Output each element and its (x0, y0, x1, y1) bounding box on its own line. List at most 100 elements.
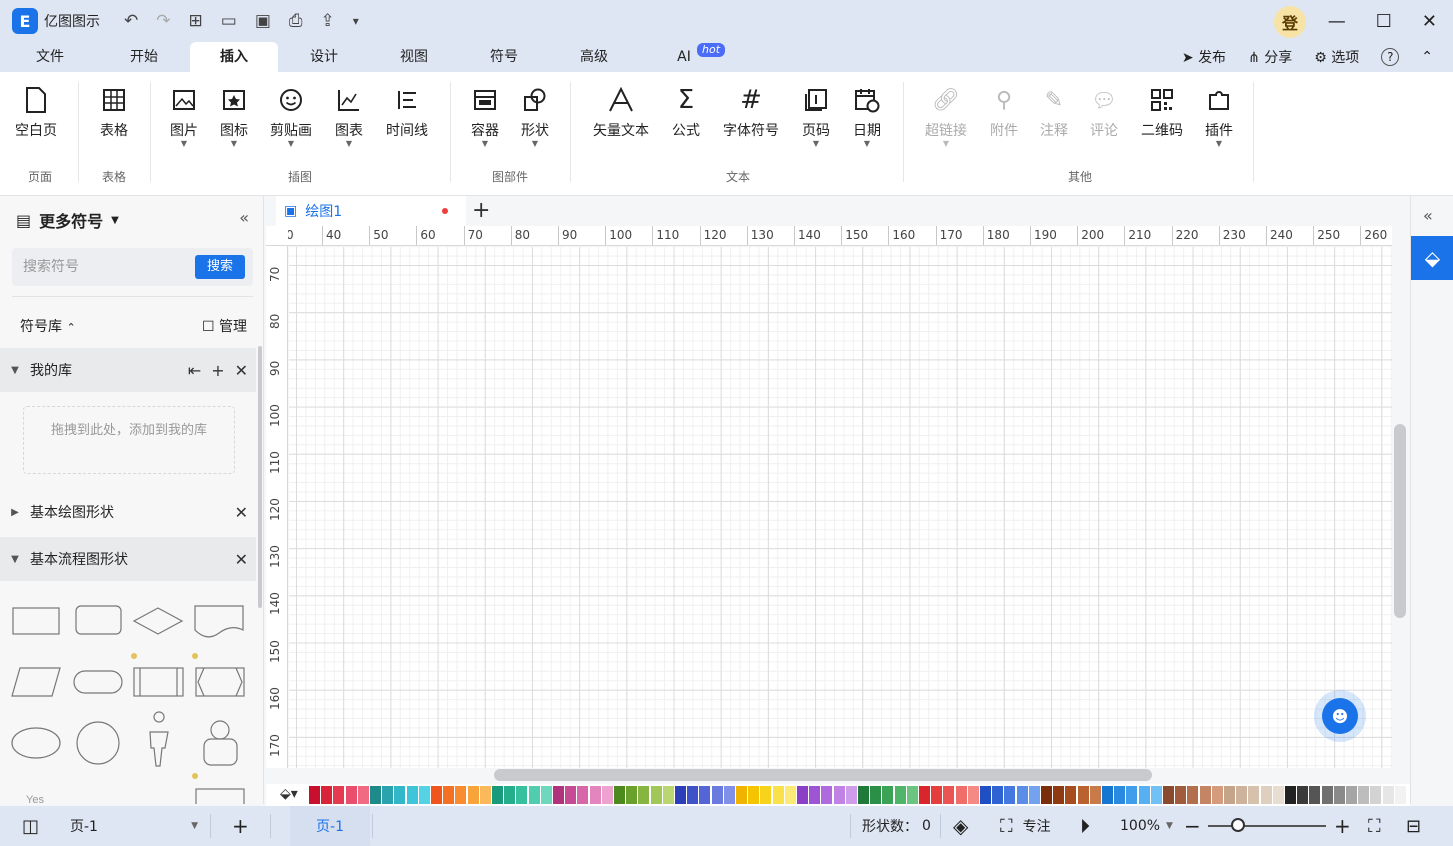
actor-shape[interactable] (149, 711, 169, 767)
new-file-icon[interactable]: ⊞ (189, 11, 203, 31)
color-swatch[interactable] (1358, 786, 1370, 804)
color-swatch[interactable] (772, 786, 784, 804)
color-swatch[interactable] (1285, 786, 1296, 804)
color-swatch[interactable] (1053, 786, 1065, 804)
color-swatch[interactable] (1102, 786, 1113, 804)
color-swatch[interactable] (540, 786, 552, 804)
color-swatch[interactable] (1089, 786, 1101, 804)
color-swatch[interactable] (833, 786, 845, 804)
color-swatch[interactable] (479, 786, 491, 804)
document-tab[interactable]: ▣ 绘图1 (276, 196, 466, 226)
color-swatch[interactable] (577, 786, 589, 804)
add-icon[interactable]: + (211, 361, 224, 380)
tab-view[interactable]: 视图 (370, 42, 458, 72)
add-page-button[interactable]: + (232, 806, 249, 846)
fill-bucket-icon[interactable]: ⬙▾ (280, 786, 298, 802)
login-avatar[interactable]: 登 (1274, 6, 1306, 38)
color-swatch[interactable] (1370, 786, 1382, 804)
color-swatch[interactable] (906, 786, 918, 804)
rounded-process-shape[interactable] (75, 605, 122, 635)
redo-icon[interactable]: ↷ (156, 11, 170, 31)
library-basic-drawing[interactable]: ▶ 基本绘图形状 ✕ (0, 490, 256, 534)
color-swatch[interactable] (418, 786, 430, 804)
undo-icon[interactable]: ↶ (124, 11, 138, 31)
circle-shape[interactable] (76, 721, 120, 765)
color-swatch[interactable] (1004, 786, 1016, 804)
color-swatch[interactable] (821, 786, 833, 804)
terminator-shape[interactable] (73, 670, 123, 694)
tab-file[interactable]: 文件 (10, 42, 90, 72)
close-icon[interactable]: ✕ (235, 503, 248, 522)
library-basic-flowchart[interactable]: ▼ 基本流程图形状 ✕ (0, 537, 256, 581)
vector-text-button[interactable]: 矢量文本 (585, 82, 657, 140)
color-swatch[interactable] (760, 786, 772, 804)
process-shape[interactable] (12, 607, 60, 635)
panel-scrollbar[interactable] (258, 346, 262, 608)
color-swatch[interactable] (1114, 786, 1126, 804)
blank-page-button[interactable]: 空白页 (6, 82, 66, 140)
color-swatch[interactable] (1150, 786, 1162, 804)
color-swatch[interactable] (370, 786, 381, 804)
color-swatch[interactable] (309, 786, 320, 804)
color-swatch[interactable] (1309, 786, 1321, 804)
options-button[interactable]: ⚙ 选项 (1314, 47, 1359, 67)
color-swatch[interactable] (1346, 786, 1357, 804)
color-swatch[interactable] (589, 786, 601, 804)
help-button[interactable]: ? (1381, 48, 1400, 66)
fit-width-icon[interactable]: ⊟ (1406, 806, 1421, 846)
color-swatch[interactable] (394, 786, 406, 804)
color-swatch[interactable] (443, 786, 455, 804)
color-swatch[interactable] (1187, 786, 1199, 804)
formula-button[interactable]: Σ 公式 (656, 82, 716, 140)
color-swatch[interactable] (601, 786, 613, 804)
maximize-icon[interactable]: ☐ (1376, 11, 1392, 32)
horizontal-scrollbar[interactable] (494, 769, 1152, 781)
collapse-ribbon-icon[interactable]: ⌃ (1421, 49, 1433, 65)
user-shape[interactable] (210, 720, 230, 740)
font-symbol-button[interactable]: # 字体符号 (716, 82, 786, 140)
color-swatch[interactable] (1321, 786, 1333, 804)
page-select[interactable]: 页-1 ▼ (62, 806, 206, 846)
predefined-process-shape[interactable] (133, 667, 184, 697)
focus-mode-button[interactable]: ⛶ 专注 (1000, 806, 1051, 846)
color-swatch[interactable] (1297, 786, 1309, 804)
color-swatch[interactable] (882, 786, 894, 804)
color-swatch[interactable] (845, 786, 857, 804)
tab-advanced[interactable]: 高级 (550, 42, 638, 72)
color-swatch[interactable] (406, 786, 418, 804)
comment-button[interactable]: 💬︎ 评论 (1074, 82, 1134, 140)
search-button[interactable]: 搜索 (195, 255, 245, 279)
color-swatch[interactable] (553, 786, 564, 804)
color-swatch[interactable] (1394, 786, 1406, 804)
color-swatch[interactable] (1175, 786, 1187, 804)
zoom-select[interactable]: 100% ▼ (1120, 806, 1173, 846)
hyperlink-button[interactable]: 🔗︎ 超链接 ▼ (916, 82, 976, 148)
color-swatch[interactable] (1224, 786, 1235, 804)
timeline-button[interactable]: 时间线 (376, 82, 438, 140)
color-swatch[interactable] (711, 786, 723, 804)
color-swatch[interactable] (955, 786, 967, 804)
color-swatch[interactable] (748, 786, 760, 804)
zoom-in-button[interactable]: + (1334, 806, 1351, 846)
add-tab-button[interactable]: + (472, 198, 490, 223)
color-swatch[interactable] (1236, 786, 1248, 804)
color-swatch[interactable] (675, 786, 686, 804)
print-icon[interactable]: ⎙ (289, 11, 303, 31)
color-swatch[interactable] (1163, 786, 1174, 804)
collapse-panel-icon[interactable]: « (239, 208, 249, 227)
color-swatch[interactable] (321, 786, 333, 804)
table-button[interactable]: 表格 (84, 82, 144, 140)
color-swatch[interactable] (1028, 786, 1040, 804)
color-swatch[interactable] (736, 786, 747, 804)
color-swatch[interactable] (687, 786, 699, 804)
fill-style-button[interactable]: ⬙ (1411, 236, 1453, 280)
color-swatch[interactable] (1382, 786, 1394, 804)
color-swatch[interactable] (565, 786, 577, 804)
color-swatch[interactable] (784, 786, 796, 804)
color-swatch[interactable] (1138, 786, 1150, 804)
color-swatch[interactable] (1041, 786, 1052, 804)
color-swatch[interactable] (504, 786, 516, 804)
customize-toolbar-icon[interactable]: ▾ (353, 14, 359, 28)
import-icon[interactable]: ⇤ (188, 361, 201, 380)
plugin-button[interactable]: 插件 ▼ (1189, 82, 1249, 148)
